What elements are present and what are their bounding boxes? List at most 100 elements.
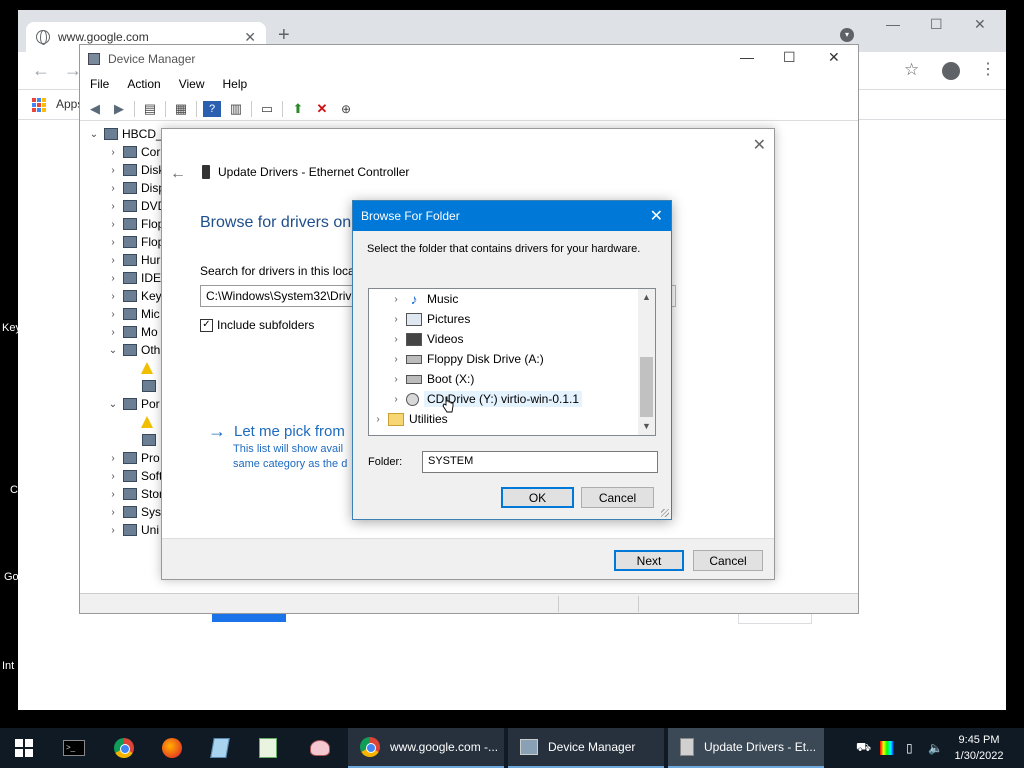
color-app-icon[interactable]: [880, 728, 894, 768]
ok-button[interactable]: OK: [501, 487, 574, 508]
next-button[interactable]: Next: [614, 550, 684, 571]
scroll-up-icon[interactable]: ▲: [638, 289, 655, 306]
minimize-icon[interactable]: —: [886, 16, 900, 32]
uninstall-icon[interactable]: ✕: [313, 101, 331, 117]
close-icon[interactable]: ✕: [974, 16, 986, 33]
apps-grid-icon[interactable]: [32, 98, 46, 112]
chevron-right-icon[interactable]: ›: [107, 201, 119, 212]
close-icon[interactable]: ✕: [828, 49, 840, 66]
back-icon[interactable]: ←: [32, 60, 50, 81]
chevron-right-icon[interactable]: ›: [107, 237, 119, 248]
chevron-right-icon[interactable]: ›: [107, 183, 119, 194]
taskbar-chrome-button[interactable]: www.google.com -...: [348, 728, 504, 768]
device-tree-item[interactable]: ⌄ HBCD_: [88, 125, 163, 143]
pick-driver-text[interactable]: Let me pick from: [234, 423, 345, 440]
chevron-right-icon[interactable]: ›: [107, 291, 119, 302]
cancel-button[interactable]: Cancel: [693, 550, 763, 571]
folder-tree[interactable]: › ♪ Music › Pictures › Videos › Floppy Disk Driv…: [368, 288, 656, 436]
profile-icon[interactable]: [942, 62, 960, 80]
device-tree-item[interactable]: [126, 359, 156, 377]
speaker-muted-icon[interactable]: 🔈: [928, 728, 943, 768]
device-tree-item[interactable]: › Mic: [107, 305, 159, 323]
taskbar-update-drivers-button[interactable]: Update Drivers - Et...: [668, 728, 824, 768]
resize-grip[interactable]: [661, 509, 669, 517]
device-tree-item[interactable]: [126, 431, 160, 449]
update-driver-icon[interactable]: ⬆: [289, 101, 307, 117]
minimize-icon[interactable]: —: [740, 49, 754, 65]
menu-view[interactable]: View: [179, 77, 205, 91]
menu-file[interactable]: File: [90, 77, 109, 91]
maximize-icon[interactable]: ☐: [783, 49, 796, 66]
folder-tree-item[interactable]: › Utilities: [371, 409, 447, 429]
device-tree-item[interactable]: › Cor: [107, 143, 160, 161]
chevron-right-icon[interactable]: ›: [371, 414, 385, 425]
folder-tree-item[interactable]: › Floppy Disk Drive (A:): [389, 349, 543, 369]
chevron-right-icon[interactable]: ›: [107, 489, 119, 500]
command-prompt-icon[interactable]: >_: [56, 728, 92, 768]
menu-action[interactable]: Action: [127, 77, 160, 91]
folder-tree-item[interactable]: › CD Drive (Y:) virtio-win-0.1.1: [389, 389, 583, 409]
chevron-down-icon[interactable]: ⌄: [88, 129, 100, 140]
folder-tree-item[interactable]: › ♪ Music: [389, 289, 458, 309]
chevron-right-icon[interactable]: ›: [107, 327, 119, 338]
bookmark-star-icon[interactable]: ☆: [904, 60, 919, 80]
chevron-right-icon[interactable]: ›: [107, 219, 119, 230]
folder-input[interactable]: SYSTEM: [422, 451, 658, 473]
menu-dots-icon[interactable]: ⋮: [980, 59, 996, 79]
chevron-right-icon[interactable]: ›: [389, 354, 403, 365]
device-tree-item[interactable]: › Mo: [107, 323, 157, 341]
start-button[interactable]: [0, 728, 48, 768]
device-tree-item[interactable]: › Flop: [107, 233, 164, 251]
help-icon[interactable]: ?: [203, 100, 221, 117]
chevron-right-icon[interactable]: ›: [389, 314, 403, 325]
driver-path-input[interactable]: C:\Windows\System32\Driv: [200, 285, 360, 307]
device-tree-item[interactable]: › DVD: [107, 197, 166, 215]
network-icon[interactable]: ⛟: [856, 728, 871, 768]
include-subfolders-checkbox[interactable]: ✓ Include subfolders: [200, 318, 314, 332]
device-tree-item[interactable]: ⌄ Oth: [107, 341, 161, 359]
checkbox-checked-icon[interactable]: ✓: [200, 318, 213, 332]
menu-help[interactable]: Help: [223, 77, 248, 91]
device-tree-item[interactable]: › Disp: [107, 179, 165, 197]
chevron-right-icon[interactable]: ›: [107, 165, 119, 176]
chart-app-icon[interactable]: [250, 728, 286, 768]
scan-hardware-icon[interactable]: ▭: [258, 101, 276, 117]
device-tree-item[interactable]: › Disk: [107, 161, 164, 179]
chrome-pinned-icon[interactable]: [106, 728, 142, 768]
scroll-thumb[interactable]: [640, 357, 653, 417]
close-icon[interactable]: ✕: [753, 135, 766, 155]
device-tree-item[interactable]: › IDE: [107, 269, 161, 287]
chevron-right-icon[interactable]: ›: [107, 453, 119, 464]
device-tree-item[interactable]: › Pro: [107, 449, 159, 467]
chevron-right-icon[interactable]: ›: [389, 294, 403, 305]
device-tree-item[interactable]: › Hur: [107, 251, 160, 269]
device-tree-item[interactable]: › Stor: [107, 485, 163, 503]
chevron-right-icon[interactable]: ›: [107, 273, 119, 284]
device-tree-item[interactable]: › Flop: [107, 215, 164, 233]
device-tree-item[interactable]: › Soft: [107, 467, 162, 485]
usb-icon[interactable]: ▯: [906, 728, 913, 768]
tab-search-icon[interactable]: ▾: [840, 28, 854, 42]
view-icon[interactable]: ▥: [227, 101, 245, 117]
chevron-down-icon[interactable]: ⌄: [107, 399, 119, 410]
chevron-right-icon[interactable]: ›: [107, 309, 119, 320]
download-icon[interactable]: ⊕: [337, 101, 355, 117]
taskbar-device-manager-button[interactable]: Device Manager: [508, 728, 664, 768]
list-icon[interactable]: ▦: [172, 101, 190, 117]
vertical-scrollbar[interactable]: ▲ ▼: [638, 289, 655, 435]
chevron-right-icon[interactable]: ›: [107, 525, 119, 536]
properties-icon[interactable]: ▤: [141, 101, 159, 117]
device-tree-item[interactable]: › Key: [107, 287, 161, 305]
device-tree-item[interactable]: › Syst: [107, 503, 164, 521]
back-icon[interactable]: ←: [170, 165, 186, 183]
cancel-button[interactable]: Cancel: [581, 487, 654, 508]
folder-tree-item[interactable]: › Boot (X:): [389, 369, 474, 389]
maximize-icon[interactable]: ☐: [930, 16, 943, 33]
device-tree-item[interactable]: ⌄ Por: [107, 395, 160, 413]
firefox-icon[interactable]: [154, 728, 190, 768]
folder-tree-item[interactable]: › Videos: [389, 329, 463, 349]
chevron-down-icon[interactable]: ⌄: [107, 345, 119, 356]
clock[interactable]: 9:45 PM 1/30/2022: [948, 732, 1010, 764]
forward-arrow-icon[interactable]: ▶: [110, 101, 128, 117]
tools-app-icon[interactable]: [302, 728, 338, 768]
